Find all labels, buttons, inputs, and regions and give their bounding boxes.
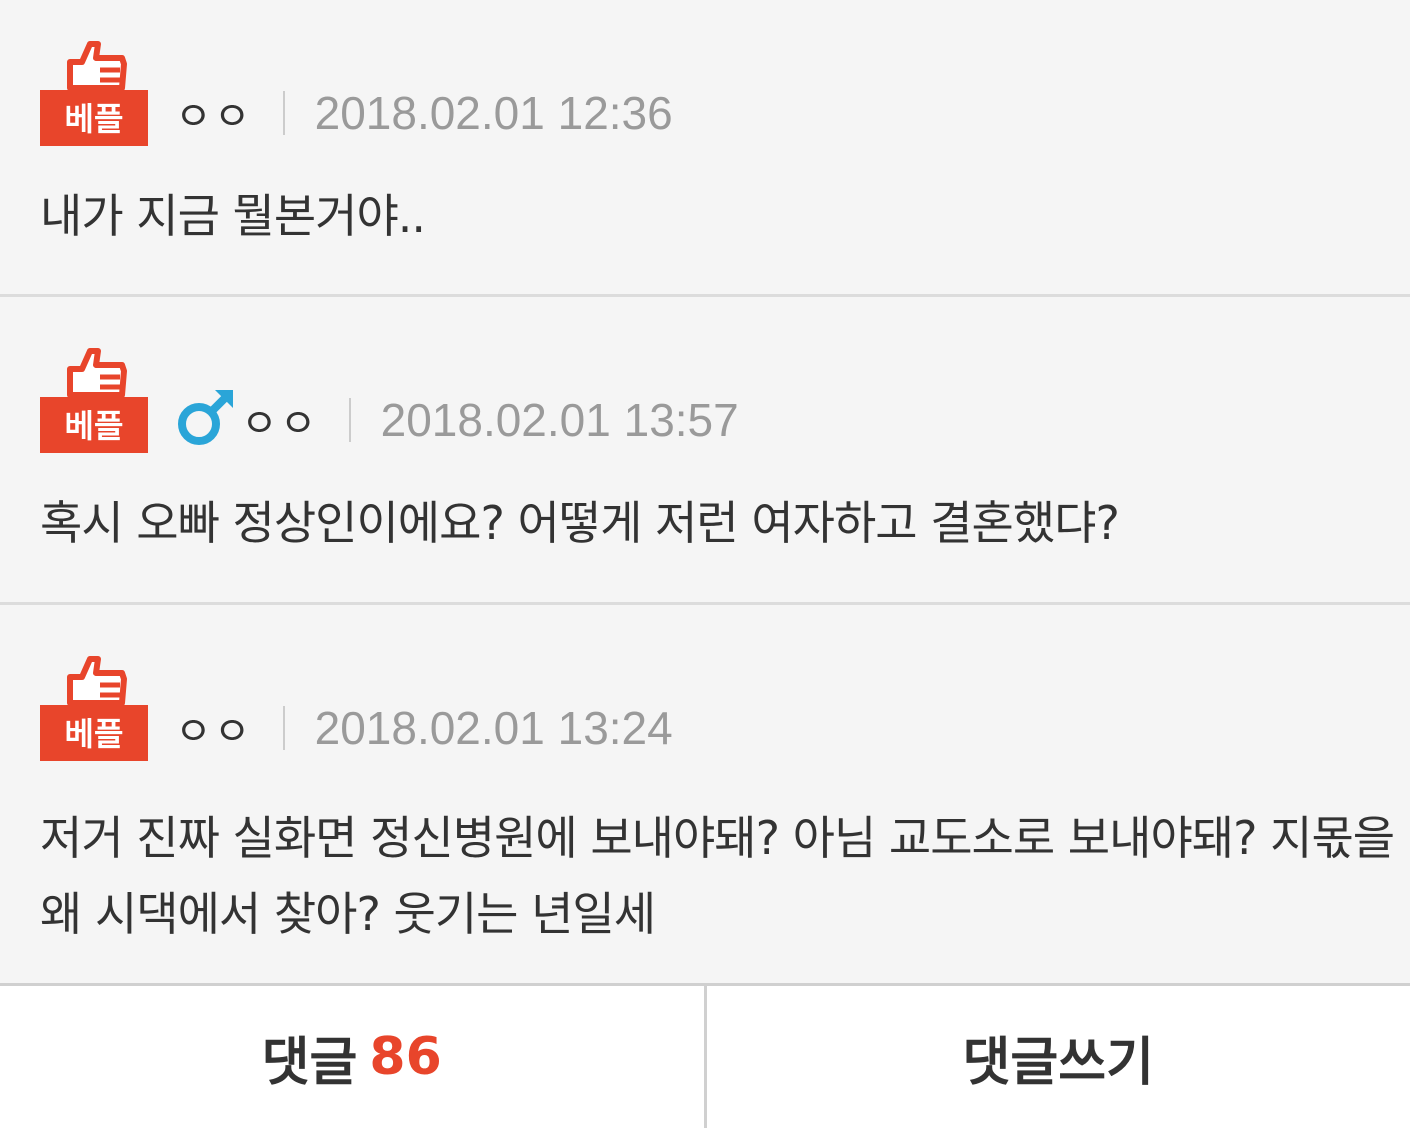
best-reply-badge: 베플: [40, 40, 148, 146]
comment-item: 베플 ㅇㅇ 2018.02.01 13:57 혹시 오빠 정상인이에요? 어떻게…: [0, 297, 1410, 605]
best-reply-label: 베플: [65, 715, 124, 753]
thumbs-up-icon: 베플: [40, 348, 148, 453]
best-reply-label: 베플: [65, 407, 124, 445]
nickname[interactable]: ㅇㅇ: [241, 391, 319, 449]
comments-button[interactable]: 댓글 86: [0, 986, 704, 1128]
comment-text: 저거 진짜 실화면 정신병원에 보내야돼? 아님 교도소로 보내야돼? 지몫을 …: [40, 811, 1395, 941]
best-reply-badge: 베플: [40, 655, 148, 761]
comment-meta: ㅇㅇ 2018.02.01 12:36: [175, 83, 673, 143]
thumbs-up-icon: 베플: [40, 656, 148, 761]
thumbs-up-icon: 베플: [40, 41, 148, 146]
comment-datetime: 2018.02.01 13:24: [314, 702, 673, 754]
write-comment-label: 댓글쓰기: [962, 1032, 1154, 1093]
comment-item: 베플 ㅇㅇ 2018.02.01 13:24 저거 진짜 실화면 정신병원에 보…: [0, 605, 1410, 983]
comment-datetime: 2018.02.01 13:57: [380, 394, 739, 446]
comment-item: 베플 ㅇㅇ 2018.02.01 12:36 내가 지금 뭘본거야..: [0, 0, 1410, 297]
best-reply-label: 베플: [65, 100, 124, 138]
write-comment-button[interactable]: 댓글쓰기: [707, 986, 1410, 1128]
comment-action-bar: 댓글 86 댓글쓰기: [0, 983, 1410, 1128]
comment-meta: ㅇㅇ 2018.02.01 13:57: [175, 390, 739, 450]
comment-text: 내가 지금 뭘본거야..: [40, 189, 426, 243]
comment-datetime: 2018.02.01 12:36: [314, 87, 673, 139]
male-icon: [175, 388, 235, 452]
comments-label: 댓글: [261, 1032, 358, 1093]
comments-count: 86: [369, 1027, 442, 1087]
nickname[interactable]: ㅇㅇ: [175, 699, 253, 757]
meta-divider: [348, 398, 351, 442]
meta-divider: [282, 91, 285, 135]
nickname[interactable]: ㅇㅇ: [175, 84, 253, 142]
comment-text: 혹시 오빠 정상인이에요? 어떻게 저런 여자하고 결혼했댜?: [40, 496, 1120, 550]
best-reply-badge: 베플: [40, 347, 148, 453]
comment-meta: ㅇㅇ 2018.02.01 13:24: [175, 698, 673, 758]
meta-divider: [282, 706, 285, 750]
